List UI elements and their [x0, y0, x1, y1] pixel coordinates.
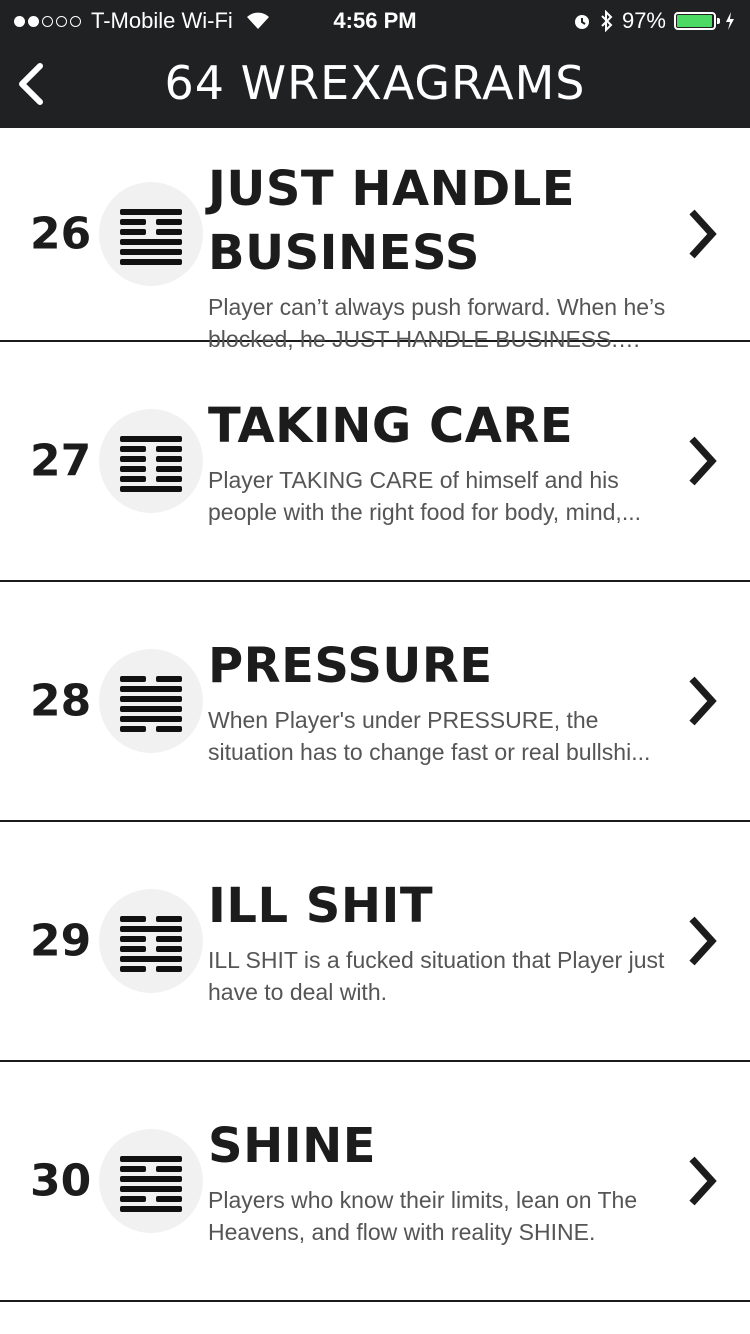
chevron-right-icon — [689, 436, 717, 486]
list-item[interactable]: 30 SHINE Players who know their limits, … — [0, 1062, 750, 1302]
hexagram-line-broken — [156, 219, 182, 225]
item-content: SHINE Players who know their limits, lea… — [208, 1114, 680, 1248]
item-content: ILL SHIT ILL SHIT is a fucked situation … — [208, 874, 680, 1008]
list-item[interactable]: 28 PRESSURE When Player's under PRESSURE… — [0, 582, 750, 822]
page-title: 64 WREXAGRAMS — [164, 56, 586, 110]
hexagram-line-solid — [120, 259, 182, 265]
hexagram-line-broken — [120, 476, 146, 482]
hexagram-line-broken — [120, 1166, 146, 1172]
item-description: ILL SHIT is a fucked situation that Play… — [208, 947, 665, 1005]
hexagram-line-solid — [120, 706, 182, 712]
hexagram-line-solid — [120, 1206, 182, 1212]
hexagram-line-solid — [120, 1156, 182, 1162]
hexagram-line-broken — [156, 446, 182, 452]
hexagram-line-solid — [120, 239, 182, 245]
item-title: JUST HANDLE BUSINESS — [208, 161, 576, 281]
item-number: 28 — [30, 675, 92, 727]
hexagram-line-broken — [156, 466, 182, 472]
item-number: 27 — [30, 435, 92, 487]
hexagram-line-solid — [120, 956, 182, 962]
hexagram-line-broken — [156, 946, 182, 952]
alarm-icon — [574, 15, 589, 29]
item-description: When Player's under PRESSURE, the situat… — [208, 707, 651, 765]
status-right: 97% — [572, 8, 736, 34]
item-description: Players who know their limits, lean on T… — [208, 1187, 638, 1245]
hexagram-line-broken — [120, 946, 146, 952]
battery-percent: 97% — [621, 8, 666, 33]
hexagram-line-solid — [120, 716, 182, 722]
item-title: PRESSURE — [208, 638, 493, 694]
hexagram-line-broken — [156, 966, 182, 972]
item-title: SHINE — [208, 1118, 377, 1174]
hexagram-line-broken — [120, 916, 146, 922]
hexagram-line-broken — [120, 726, 146, 732]
hexagram-line-broken — [120, 466, 146, 472]
item-description: Player TAKING CARE of himself and his pe… — [208, 467, 641, 525]
hexagram-icon — [99, 889, 203, 993]
hexagram-line-broken — [120, 446, 146, 452]
hexagram-line-solid — [120, 436, 182, 442]
bluetooth-icon — [601, 10, 613, 32]
hexagram-line-solid — [120, 249, 182, 255]
hexagram-line-broken — [156, 1196, 182, 1202]
hexagram-line-broken — [156, 1166, 182, 1172]
chevron-right-icon — [689, 676, 717, 726]
item-content: TAKING CARE Player TAKING CARE of himsel… — [208, 394, 680, 528]
list-item[interactable]: 27 TAKING CARE Player TAKING CARE of him… — [0, 342, 750, 582]
hexagram-line-solid — [120, 209, 182, 215]
status-bar: T-Mobile Wi-Fi 4:56 PM 97% — [0, 0, 750, 40]
hexagram-icon — [99, 409, 203, 513]
hexagram-icon — [99, 649, 203, 753]
item-content: JUST HANDLE BUSINESS Player can’t always… — [208, 157, 680, 355]
hexagram-line-solid — [120, 686, 182, 692]
hexagram-line-broken — [156, 916, 182, 922]
hexagram-line-solid — [120, 1186, 182, 1192]
battery-icon — [674, 12, 720, 30]
item-title: TAKING CARE — [208, 398, 574, 454]
hexagram-line-broken — [120, 219, 146, 225]
item-title: ILL SHIT — [208, 878, 434, 934]
hexagram-line-broken — [120, 456, 146, 462]
hexagram-icon — [99, 1129, 203, 1233]
hexagram-line-broken — [156, 476, 182, 482]
hexagram-line-broken — [156, 936, 182, 942]
wrexagram-list: 26 JUST HANDLE BUSINESS Player can’t alw… — [0, 128, 750, 1302]
hexagram-line-solid — [120, 696, 182, 702]
hexagram-line-broken — [120, 936, 146, 942]
hexagram-line-solid — [120, 926, 182, 932]
list-item[interactable]: 26 JUST HANDLE BUSINESS Player can’t alw… — [0, 128, 750, 352]
navigation-bar: 64 WREXAGRAMS — [0, 40, 750, 128]
list-item[interactable]: 29 ILL SHIT ILL SHIT is a fucked situati… — [0, 822, 750, 1062]
hexagram-line-broken — [120, 676, 146, 682]
hexagram-line-solid — [120, 1176, 182, 1182]
item-number: 29 — [30, 915, 92, 967]
hexagram-line-broken — [120, 966, 146, 972]
hexagram-line-broken — [120, 1196, 146, 1202]
hexagram-line-broken — [120, 229, 146, 235]
hexagram-line-broken — [156, 726, 182, 732]
charging-icon — [726, 12, 734, 30]
item-content: PRESSURE When Player's under PRESSURE, t… — [208, 634, 680, 768]
chevron-right-icon — [689, 209, 717, 259]
hexagram-line-broken — [156, 456, 182, 462]
hexagram-line-broken — [156, 229, 182, 235]
chevron-right-icon — [689, 1156, 717, 1206]
item-number: 26 — [30, 208, 92, 260]
hexagram-icon — [99, 182, 203, 286]
chevron-right-icon — [689, 916, 717, 966]
hexagram-line-solid — [120, 486, 182, 492]
item-number: 30 — [30, 1155, 92, 1207]
hexagram-line-broken — [156, 676, 182, 682]
